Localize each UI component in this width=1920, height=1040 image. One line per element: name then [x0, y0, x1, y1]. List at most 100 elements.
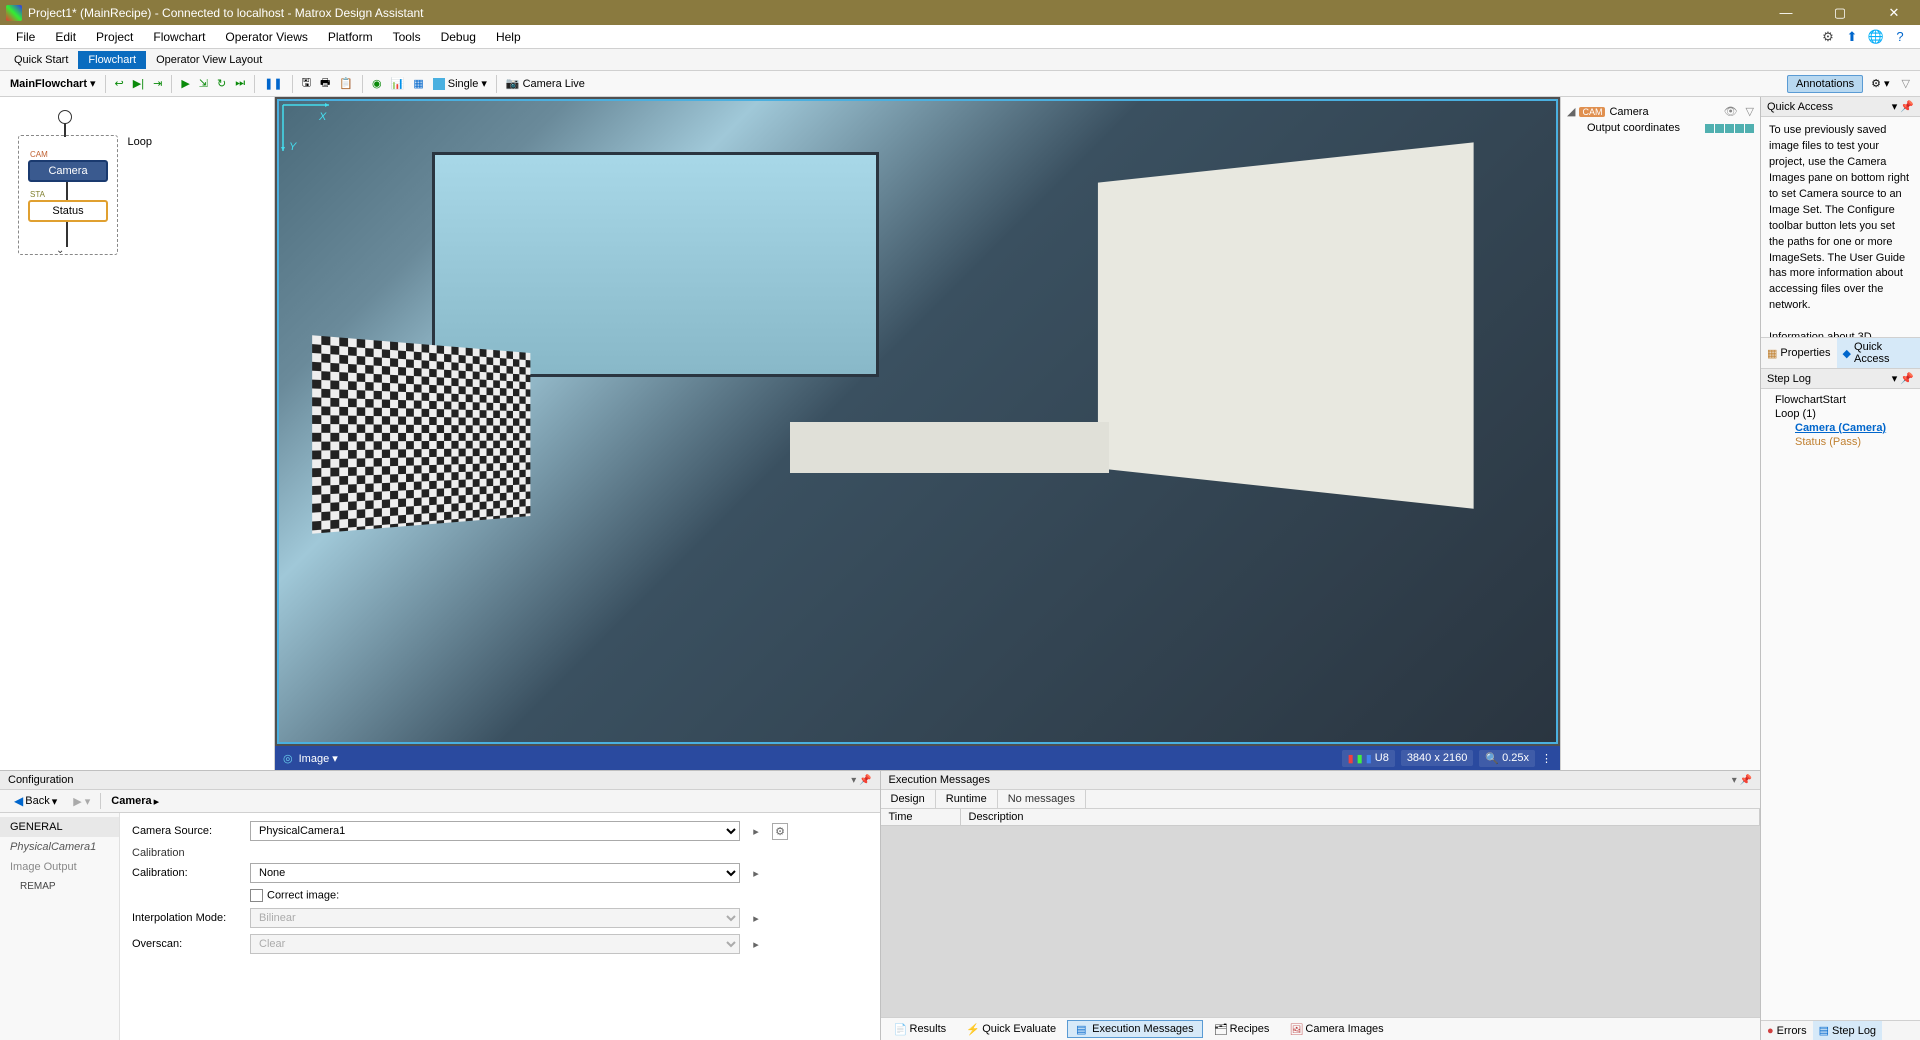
flowchart-combo[interactable]: MainFlowchart ▾ [6, 75, 100, 92]
calibration-select[interactable]: None [250, 863, 740, 883]
toolbar: MainFlowchart ▾ ↩ ▶| ⇥ ▶ ⇲ ↻ ⏭ ❚❚ 🖫 🖶 📋 … [0, 71, 1920, 97]
bottom-recipes[interactable]: 🗂Recipes [1205, 1020, 1279, 1038]
tree-camera-row[interactable]: ◢ CAM Camera 👁 ▽ [1567, 103, 1754, 120]
image-source-combo[interactable]: Image ▾ [299, 752, 338, 765]
sidebar-image-output[interactable]: Image Output [0, 857, 119, 877]
save-image-icon[interactable]: 🖫 [298, 72, 315, 95]
target-icon[interactable]: ◎ [283, 752, 293, 765]
bottom-execution-messages[interactable]: ▤Execution Messages [1067, 1020, 1203, 1038]
correct-image-label: Correct image: [267, 889, 339, 901]
tree-output-row[interactable]: Output coordinates [1567, 120, 1754, 136]
forward-button[interactable]: ▶ ▾ [67, 794, 96, 809]
tab-properties[interactable]: ▦Properties [1761, 338, 1837, 368]
steplog-camera-line[interactable]: Camera (Camera) [1767, 421, 1914, 435]
play-loop-icon[interactable]: ↻ [213, 75, 230, 92]
single-mode[interactable]: Single ▾ [429, 75, 491, 92]
menu-edit[interactable]: Edit [45, 27, 86, 47]
zoom-control[interactable]: 🔍 0.25x [1479, 750, 1535, 767]
tab-quick-access[interactable]: ◆Quick Access [1837, 338, 1920, 368]
expand-icon[interactable]: ▸ [748, 912, 764, 925]
calibration-label: Calibration: [132, 867, 242, 879]
menu-flowchart[interactable]: Flowchart [143, 27, 215, 47]
menu-help[interactable]: Help [486, 27, 531, 47]
bottom-quick-evaluate[interactable]: ⚡Quick Evaluate [957, 1020, 1065, 1038]
col-time[interactable]: Time [881, 809, 961, 825]
status-node[interactable]: STA Status [28, 200, 108, 222]
lightning-icon: ⚡ [966, 1023, 978, 1035]
play-step-icon[interactable]: ⇲ [195, 75, 212, 92]
globe-icon[interactable]: 🌐 [1868, 29, 1884, 45]
pin-icon[interactable]: ▾ 📌 [1892, 100, 1914, 113]
histogram-icon[interactable]: ▦ [409, 75, 427, 92]
steplog-line[interactable]: FlowchartStart [1767, 393, 1914, 407]
menu-debug[interactable]: Debug [431, 27, 486, 47]
camera-source-select[interactable]: PhysicalCamera1 [250, 821, 740, 841]
coord-box-icon[interactable] [1705, 124, 1714, 133]
chart-icon[interactable]: 📊 [387, 75, 409, 92]
eye-icon[interactable]: 👁 [1724, 105, 1738, 118]
filter-icon[interactable]: ▽ [1898, 75, 1914, 92]
camera-live-button[interactable]: 📷 Camera Live [502, 75, 589, 92]
steplog-status-line[interactable]: Status (Pass) [1767, 435, 1914, 449]
step-forward-icon[interactable]: ▶| [129, 75, 148, 92]
exec-tab-runtime[interactable]: Runtime [936, 790, 998, 808]
error-icon: ● [1767, 1025, 1774, 1037]
exec-tab-design[interactable]: Design [881, 790, 936, 808]
maximize-button[interactable]: ▢ [1820, 0, 1860, 25]
sidebar-general[interactable]: GENERAL [0, 817, 119, 837]
sidebar-remap[interactable]: REMAP [0, 877, 119, 896]
camera-node[interactable]: CAM Camera [28, 160, 108, 182]
tab-steplog[interactable]: ▤Step Log [1813, 1021, 1882, 1040]
tab-errors[interactable]: ●Errors [1761, 1021, 1813, 1040]
collapse-icon[interactable]: ⌄ [56, 245, 64, 256]
pin-icon[interactable]: ▾ 📌 [1732, 775, 1752, 786]
sidebar-physical-camera[interactable]: PhysicalCamera1 [0, 837, 119, 857]
tab-flowchart[interactable]: Flowchart [78, 51, 146, 69]
close-button[interactable]: ✕ [1874, 0, 1914, 25]
exec-title: Execution Messages [889, 774, 991, 786]
menu-platform[interactable]: Platform [318, 27, 383, 47]
tab-quick-start[interactable]: Quick Start [4, 51, 78, 69]
print-icon[interactable]: 🖶 [316, 72, 334, 95]
menubar: File Edit Project Flowchart Operator Vie… [0, 25, 1920, 49]
bottom-results[interactable]: 📄Results [885, 1020, 956, 1038]
more-icon[interactable]: ⋮ [1541, 752, 1552, 765]
menu-operator-views[interactable]: Operator Views [215, 27, 317, 47]
tabbar: Quick Start Flowchart Operator View Layo… [0, 49, 1920, 71]
correct-image-checkbox[interactable] [250, 889, 263, 902]
back-button[interactable]: ◀Back ▾ [8, 793, 63, 809]
expand-icon[interactable]: ▸ [748, 867, 764, 880]
play-icon[interactable]: ▶ [177, 75, 193, 92]
annotations-button[interactable]: Annotations [1787, 75, 1863, 93]
image-view[interactable]: X Y [277, 99, 1558, 744]
menu-project[interactable]: Project [86, 27, 143, 47]
pin-icon[interactable]: ▾ 📌 [1892, 372, 1914, 385]
bottom-camera-images[interactable]: 🖼Camera Images [1280, 1020, 1392, 1038]
steplog-line[interactable]: Loop (1) [1767, 407, 1914, 421]
expand-icon[interactable]: ▸ [748, 938, 764, 951]
image-content [432, 152, 879, 376]
flowchart-start-node[interactable] [58, 110, 72, 124]
breadcrumb-camera[interactable]: Camera ▸ [105, 794, 165, 809]
col-description[interactable]: Description [961, 809, 1761, 825]
config-gear-icon[interactable]: ⚙ [772, 823, 788, 840]
execution-panel: Execution Messages ▾ 📌 Design Runtime No … [881, 771, 1761, 1040]
tab-operator-view-layout[interactable]: Operator View Layout [146, 51, 272, 69]
expand-icon[interactable]: ▸ [748, 825, 764, 838]
pause-icon[interactable]: ❚❚ [260, 75, 286, 92]
minimize-button[interactable]: — [1766, 0, 1806, 25]
exec-no-messages: No messages [998, 790, 1086, 808]
menu-file[interactable]: File [6, 27, 45, 47]
pin-icon[interactable]: ▾ 📌 [851, 775, 871, 786]
gear-icon[interactable]: ⚙ [1820, 29, 1836, 45]
record-icon[interactable]: ◉ [368, 75, 386, 92]
step-back-icon[interactable]: ↩ [111, 75, 128, 92]
step-next-icon[interactable]: ⇥ [149, 75, 166, 92]
copy-icon[interactable]: 📋 [335, 75, 357, 92]
upload-icon[interactable]: ⬆ [1844, 29, 1860, 45]
help-icon[interactable]: ? [1892, 29, 1908, 45]
filter-funnel-icon[interactable]: ▽ [1746, 105, 1754, 118]
menu-tools[interactable]: Tools [383, 27, 431, 47]
play-fast-icon[interactable]: ⏭ [231, 75, 249, 92]
settings-gear-icon[interactable]: ⚙ ▾ [1867, 75, 1893, 92]
